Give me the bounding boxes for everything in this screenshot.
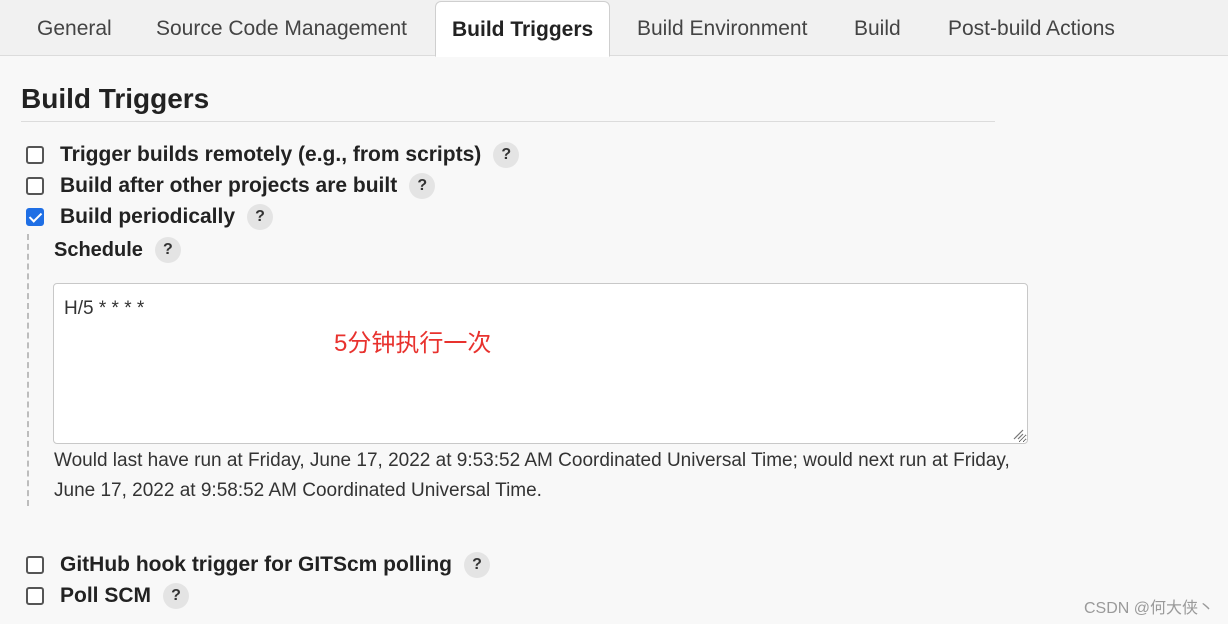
schedule-textarea[interactable]: H/5 * * * * bbox=[53, 283, 1028, 444]
resize-grip-icon[interactable] bbox=[1012, 428, 1024, 440]
poll-scm-checkbox[interactable] bbox=[26, 587, 44, 605]
watermark: CSDN @何大侠丶 bbox=[1083, 600, 1214, 617]
section-divider bbox=[21, 121, 995, 122]
trigger-remote-option: Trigger builds remotely (e.g., from scri… bbox=[26, 140, 520, 170]
help-icon[interactable]: ? bbox=[154, 237, 181, 263]
tab-build-triggers[interactable]: Build Triggers bbox=[435, 1, 611, 57]
schedule-hint: Would last have run at Friday, June 17, … bbox=[54, 450, 1010, 501]
tab-source-code-management[interactable]: Source Code Management bbox=[156, 0, 407, 56]
github-hook-checkbox[interactable] bbox=[26, 556, 44, 574]
build-after-other-projects-label[interactable]: Build after other projects are built bbox=[60, 174, 397, 198]
trigger-remote-label[interactable]: Trigger builds remotely (e.g., from scri… bbox=[60, 143, 481, 167]
build-after-other-projects-option: Build after other projects are built ? bbox=[26, 171, 436, 201]
schedule-field-label: Schedule ? bbox=[54, 235, 181, 265]
tab-bar: General Source Code Management Build Tri… bbox=[0, 0, 1228, 57]
build-periodically-option: Build periodically ? bbox=[26, 202, 274, 232]
help-icon[interactable]: ? bbox=[247, 204, 274, 230]
build-periodically-checkbox[interactable] bbox=[26, 208, 44, 226]
trigger-remote-checkbox[interactable] bbox=[26, 146, 44, 164]
nested-options-rail bbox=[27, 234, 29, 506]
tab-post-build-actions[interactable]: Post-build Actions bbox=[948, 0, 1115, 56]
help-icon[interactable]: ? bbox=[409, 173, 436, 199]
build-after-other-projects-checkbox[interactable] bbox=[26, 177, 44, 195]
tab-build[interactable]: Build bbox=[854, 0, 901, 56]
build-periodically-label[interactable]: Build periodically bbox=[60, 205, 235, 229]
poll-scm-option: Poll SCM ? bbox=[26, 581, 190, 611]
github-hook-label[interactable]: GitHub hook trigger for GITScm polling bbox=[60, 553, 452, 577]
schedule-annotation: 5分钟执行一次 bbox=[334, 330, 492, 357]
help-icon[interactable]: ? bbox=[464, 552, 490, 578]
schedule-label: Schedule bbox=[54, 238, 143, 261]
github-hook-option: GitHub hook trigger for GITScm polling ? bbox=[26, 550, 490, 580]
help-icon[interactable]: ? bbox=[493, 142, 520, 168]
tab-build-environment[interactable]: Build Environment bbox=[637, 0, 807, 56]
tab-general[interactable]: General bbox=[37, 0, 112, 56]
poll-scm-label[interactable]: Poll SCM bbox=[60, 584, 151, 608]
help-icon[interactable]: ? bbox=[163, 583, 190, 609]
section-title: Build Triggers bbox=[21, 83, 210, 114]
